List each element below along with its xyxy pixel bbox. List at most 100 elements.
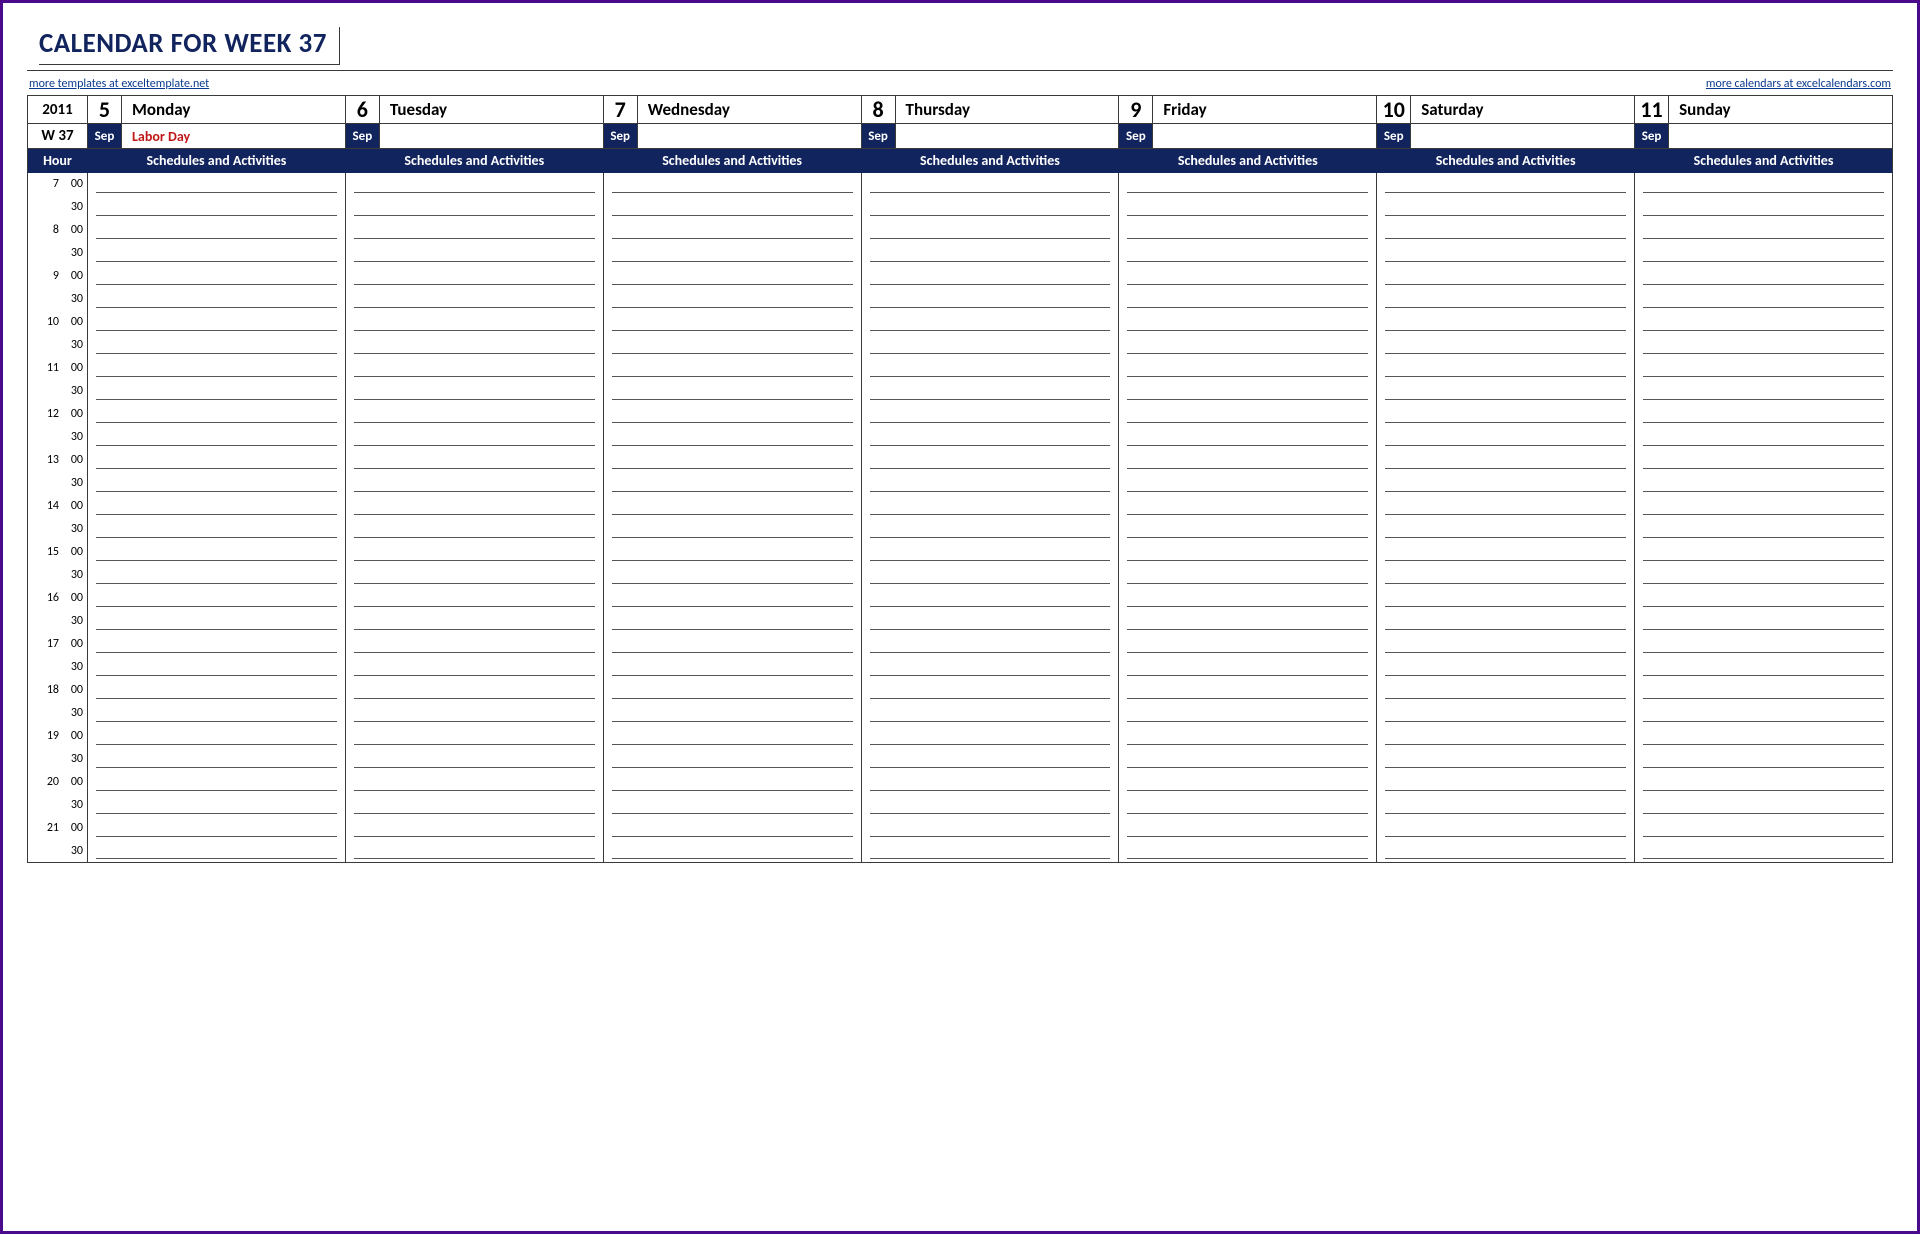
schedule-cell[interactable] (861, 725, 1119, 748)
schedule-cell[interactable] (861, 242, 1119, 265)
schedule-cell[interactable] (1119, 702, 1377, 725)
schedule-cell[interactable] (88, 242, 346, 265)
schedule-cell[interactable] (1377, 403, 1635, 426)
schedule-cell[interactable] (1119, 288, 1377, 311)
schedule-cell[interactable] (1635, 679, 1893, 702)
schedule-cell[interactable] (345, 794, 603, 817)
schedule-cell[interactable] (88, 564, 346, 587)
templates-link[interactable]: more templates at exceltemplate.net (29, 77, 209, 91)
schedule-cell[interactable] (1377, 564, 1635, 587)
schedule-cell[interactable] (861, 518, 1119, 541)
schedule-cell[interactable] (1635, 748, 1893, 771)
schedule-cell[interactable] (603, 817, 861, 840)
schedule-cell[interactable] (1635, 840, 1893, 863)
schedule-cell[interactable] (88, 334, 346, 357)
schedule-cell[interactable] (88, 426, 346, 449)
schedule-cell[interactable] (88, 541, 346, 564)
schedule-cell[interactable] (1119, 472, 1377, 495)
schedule-cell[interactable] (1635, 311, 1893, 334)
schedule-cell[interactable] (1377, 495, 1635, 518)
schedule-cell[interactable] (1377, 311, 1635, 334)
schedule-cell[interactable] (1119, 633, 1377, 656)
schedule-cell[interactable] (861, 334, 1119, 357)
schedule-cell[interactable] (1635, 219, 1893, 242)
schedule-cell[interactable] (1377, 265, 1635, 288)
schedule-cell[interactable] (1377, 426, 1635, 449)
schedule-cell[interactable] (345, 357, 603, 380)
schedule-cell[interactable] (603, 219, 861, 242)
schedule-cell[interactable] (1635, 495, 1893, 518)
schedule-cell[interactable] (1635, 633, 1893, 656)
schedule-cell[interactable] (88, 495, 346, 518)
schedule-cell[interactable] (603, 426, 861, 449)
schedule-cell[interactable] (1119, 656, 1377, 679)
schedule-cell[interactable] (861, 656, 1119, 679)
schedule-cell[interactable] (603, 288, 861, 311)
schedule-cell[interactable] (1635, 817, 1893, 840)
schedule-cell[interactable] (345, 587, 603, 610)
schedule-cell[interactable] (603, 633, 861, 656)
schedule-cell[interactable] (1119, 173, 1377, 196)
schedule-cell[interactable] (603, 495, 861, 518)
schedule-cell[interactable] (1119, 817, 1377, 840)
schedule-cell[interactable] (603, 518, 861, 541)
calendars-link[interactable]: more calendars at excelcalendars.com (1706, 77, 1891, 91)
schedule-cell[interactable] (1377, 633, 1635, 656)
schedule-cell[interactable] (1377, 610, 1635, 633)
schedule-cell[interactable] (861, 679, 1119, 702)
schedule-cell[interactable] (1377, 288, 1635, 311)
schedule-cell[interactable] (345, 541, 603, 564)
schedule-cell[interactable] (1119, 242, 1377, 265)
schedule-cell[interactable] (603, 679, 861, 702)
schedule-cell[interactable] (1635, 357, 1893, 380)
schedule-cell[interactable] (1635, 242, 1893, 265)
schedule-cell[interactable] (861, 219, 1119, 242)
schedule-cell[interactable] (1635, 794, 1893, 817)
schedule-cell[interactable] (603, 771, 861, 794)
schedule-cell[interactable] (345, 817, 603, 840)
schedule-cell[interactable] (861, 288, 1119, 311)
schedule-cell[interactable] (1635, 426, 1893, 449)
schedule-cell[interactable] (861, 357, 1119, 380)
schedule-cell[interactable] (345, 840, 603, 863)
schedule-cell[interactable] (88, 403, 346, 426)
schedule-cell[interactable] (345, 196, 603, 219)
schedule-cell[interactable] (345, 288, 603, 311)
schedule-cell[interactable] (1635, 702, 1893, 725)
schedule-cell[interactable] (1119, 794, 1377, 817)
schedule-cell[interactable] (345, 219, 603, 242)
schedule-cell[interactable] (603, 840, 861, 863)
schedule-cell[interactable] (861, 173, 1119, 196)
schedule-cell[interactable] (88, 656, 346, 679)
schedule-cell[interactable] (861, 495, 1119, 518)
schedule-cell[interactable] (1119, 196, 1377, 219)
schedule-cell[interactable] (345, 495, 603, 518)
schedule-cell[interactable] (345, 771, 603, 794)
schedule-cell[interactable] (88, 196, 346, 219)
schedule-cell[interactable] (861, 587, 1119, 610)
schedule-cell[interactable] (345, 173, 603, 196)
schedule-cell[interactable] (1377, 472, 1635, 495)
schedule-cell[interactable] (1119, 334, 1377, 357)
schedule-cell[interactable] (861, 196, 1119, 219)
schedule-cell[interactable] (1377, 725, 1635, 748)
schedule-cell[interactable] (1119, 403, 1377, 426)
schedule-cell[interactable] (861, 794, 1119, 817)
schedule-cell[interactable] (88, 265, 346, 288)
schedule-cell[interactable] (1635, 403, 1893, 426)
schedule-cell[interactable] (88, 518, 346, 541)
schedule-cell[interactable] (1635, 288, 1893, 311)
schedule-cell[interactable] (88, 725, 346, 748)
schedule-cell[interactable] (603, 196, 861, 219)
schedule-cell[interactable] (861, 311, 1119, 334)
schedule-cell[interactable] (603, 173, 861, 196)
schedule-cell[interactable] (1635, 472, 1893, 495)
schedule-cell[interactable] (603, 357, 861, 380)
schedule-cell[interactable] (345, 748, 603, 771)
schedule-cell[interactable] (1635, 196, 1893, 219)
schedule-cell[interactable] (861, 840, 1119, 863)
schedule-cell[interactable] (1377, 794, 1635, 817)
schedule-cell[interactable] (345, 702, 603, 725)
schedule-cell[interactable] (603, 265, 861, 288)
schedule-cell[interactable] (603, 587, 861, 610)
